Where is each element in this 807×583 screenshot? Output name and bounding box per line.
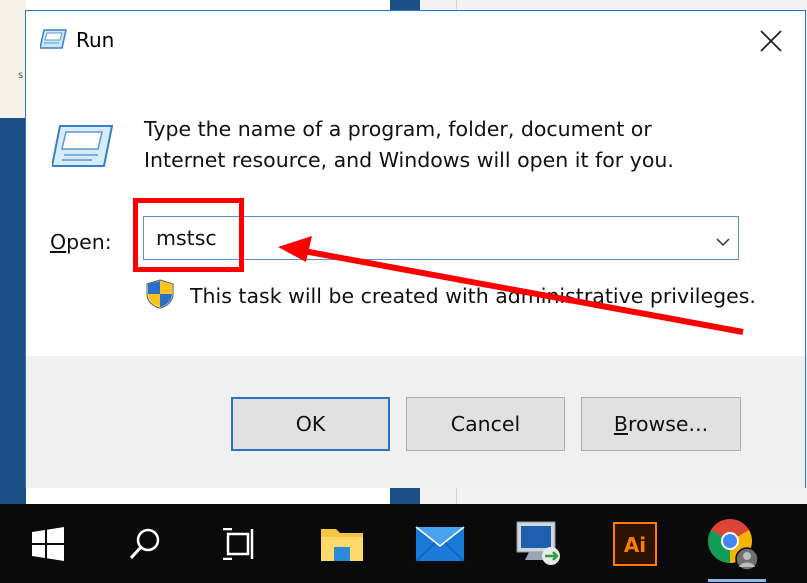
mail-button[interactable] [405, 504, 475, 583]
file-explorer-button[interactable] [307, 504, 377, 583]
mail-icon [415, 525, 465, 562]
illustrator-button[interactable]: Ai [600, 504, 670, 583]
active-app-indicator [708, 579, 766, 582]
remote-desktop-icon [516, 521, 560, 565]
windows-start-icon [32, 526, 64, 561]
file-explorer-icon [321, 528, 363, 561]
task-view-button[interactable] [205, 504, 275, 583]
search-icon [129, 528, 160, 559]
task-view-icon [223, 527, 254, 560]
illustrator-icon: Ai [613, 521, 657, 566]
taskbar: Ai [0, 504, 807, 583]
illustrator-label: Ai [624, 533, 646, 557]
search-button[interactable] [110, 504, 180, 583]
chrome-icon [708, 518, 759, 571]
remote-desktop-button[interactable] [503, 504, 573, 583]
start-button[interactable] [13, 504, 83, 583]
chrome-button[interactable] [698, 504, 768, 583]
annotation-arrow [278, 236, 744, 335]
